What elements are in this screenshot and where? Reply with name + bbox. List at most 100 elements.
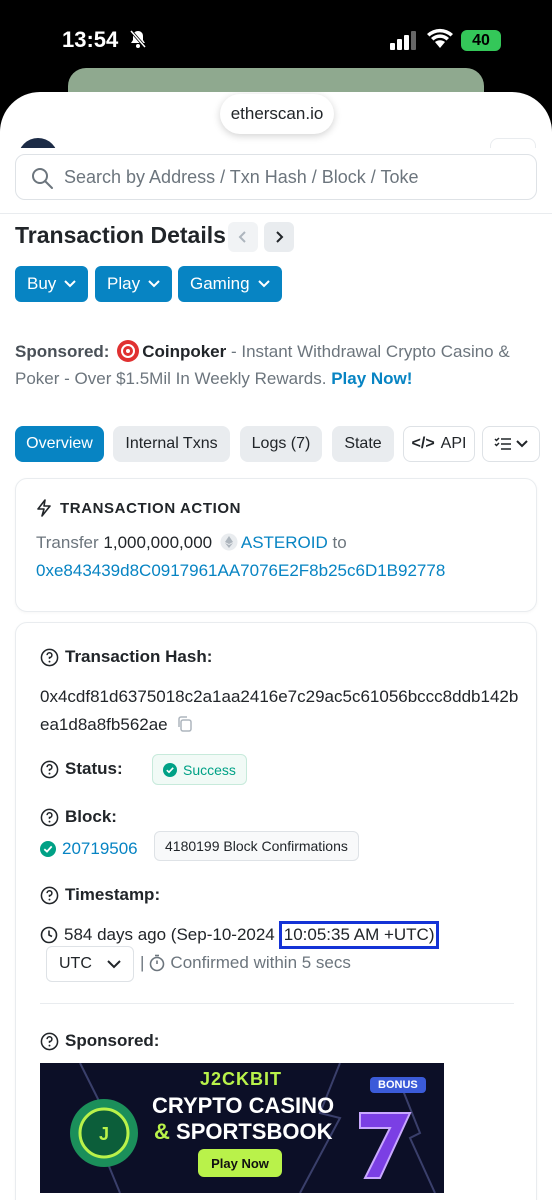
sponsor-name[interactable]: Coinpoker <box>142 342 226 361</box>
gaming-label: Gaming <box>190 274 250 293</box>
chevron-down-icon <box>257 280 270 288</box>
separator: | <box>140 953 145 972</box>
tab-logs[interactable]: Logs (7) <box>240 426 322 462</box>
copy-icon[interactable] <box>176 715 194 733</box>
check-circle-icon <box>163 762 177 777</box>
stopwatch-icon <box>150 954 165 972</box>
code-icon: </> <box>411 435 435 452</box>
banner-ampersand: & <box>154 1119 170 1144</box>
sponsored-text-ad: Sponsored: Coinpoker - Instant Withdrawa… <box>15 338 540 392</box>
transfer-verb: Transfer <box>36 533 99 552</box>
slot-seven-icon <box>359 1112 412 1179</box>
check-circle-icon <box>40 841 56 857</box>
question-circle-icon[interactable] <box>40 648 59 667</box>
transaction-hash-value: 0x4cdf81d6375018c2a1aa2416e7c29ac5c61056… <box>40 683 520 739</box>
casino-chip-icon: J <box>70 1099 138 1167</box>
question-circle-icon[interactable] <box>40 1032 59 1051</box>
token-link[interactable]: ASTEROID <box>241 533 328 552</box>
transfer-line: Transfer 1,000,000,000 ASTEROID to <box>36 533 347 553</box>
api-label: API <box>440 435 467 452</box>
search-icon <box>32 168 53 189</box>
bell-muted-icon <box>129 30 147 48</box>
timezone-select[interactable]: UTC <box>46 946 134 982</box>
clock-icon <box>40 926 58 944</box>
transfer-amount: 1,000,000,000 <box>103 533 213 552</box>
sponsored-label: Sponsored: <box>40 1031 159 1051</box>
tab-internal-txns[interactable]: Internal Txns <box>113 426 230 462</box>
buy-label: Buy <box>27 274 57 293</box>
play-label: Play <box>107 274 141 293</box>
play-dropdown-button[interactable]: Play <box>95 266 173 302</box>
to-word: to <box>332 533 347 552</box>
timestamp-time-highlighted: 10:05:35 AM +UTC) <box>278 921 440 949</box>
status-text: Success <box>183 761 236 778</box>
buy-dropdown-button[interactable]: Buy <box>15 266 89 302</box>
timestamp-row: 584 days ago (Sep-10-2024 10:05:35 AM +UT… <box>40 921 440 949</box>
hash-label-text: Transaction Hash: <box>65 647 213 666</box>
timestamp-label-text: Timestamp: <box>65 885 161 904</box>
block-label: Block: <box>40 807 117 827</box>
confirmation-time: | Confirmed within 5 secs <box>140 953 351 973</box>
chevron-down-icon <box>516 440 528 448</box>
svg-text:J: J <box>99 1124 109 1144</box>
block-row: 20719506 <box>40 839 138 859</box>
status-label-text: Status: <box>65 759 123 778</box>
transaction-action-card: TRANSACTION ACTION Transfer 1,000,000,00… <box>15 478 537 612</box>
more-options-dropdown[interactable] <box>482 426 540 462</box>
api-button[interactable]: </> API <box>403 426 475 462</box>
search-box <box>15 154 537 200</box>
timestamp-prefix: 584 days ago (Sep-10-2024 <box>64 925 275 944</box>
coinpoker-logo-icon <box>117 340 140 362</box>
browser-sheet: etherscan.io Transaction Details Buy Pla… <box>0 92 552 1200</box>
cellular-signal-icon <box>390 31 416 50</box>
recipient-address-link[interactable]: 0xe843439d8C0917961AA7076E2F8b25c6D1B927… <box>36 561 445 581</box>
transaction-action-title: TRANSACTION ACTION <box>60 499 242 517</box>
banner-headline-1: CRYPTO CASINO <box>152 1093 335 1118</box>
previous-transaction-button[interactable] <box>228 222 258 252</box>
ad-banner[interactable]: J J2CKBIT CRYPTO CASINO & SPORTSBOOK Pla… <box>40 1063 444 1193</box>
transaction-overview-card: Transaction Hash: 0x4cdf81d6375018c2a1aa… <box>15 622 537 1200</box>
search-bar-container <box>0 148 552 214</box>
banner-play-now-button[interactable]: Play Now <box>198 1149 282 1177</box>
chevron-down-icon <box>107 959 121 968</box>
chevron-right-icon <box>276 231 284 243</box>
banner-sportsbook: SPORTSBOOK <box>176 1119 333 1144</box>
next-transaction-button[interactable] <box>264 222 294 252</box>
transaction-hash-label: Transaction Hash: <box>40 647 212 667</box>
timestamp-label: Timestamp: <box>40 885 160 905</box>
sponsored-prefix: Sponsored: <box>15 342 110 361</box>
transaction-action-heading: TRANSACTION ACTION <box>36 499 241 517</box>
timezone-value: UTC <box>59 955 92 972</box>
url-bar[interactable]: etherscan.io <box>220 94 334 134</box>
battery-indicator: 40 <box>461 30 501 51</box>
confirmed-within-text: Confirmed within 5 secs <box>170 953 351 972</box>
play-now-link[interactable]: Play Now! <box>331 369 412 388</box>
search-input[interactable] <box>64 155 524 199</box>
tab-overview[interactable]: Overview <box>15 426 104 462</box>
status-time: 13:54 <box>62 27 119 52</box>
chevron-down-icon <box>64 280 77 288</box>
confirmations-badge: 4180199 Block Confirmations <box>154 831 359 861</box>
question-circle-icon[interactable] <box>40 808 59 827</box>
sponsored-label-text: Sponsored: <box>65 1031 160 1050</box>
list-check-icon <box>494 437 511 450</box>
chevron-down-icon <box>148 280 160 288</box>
hash-text: 0x4cdf81d6375018c2a1aa2416e7c29ac5c61056… <box>40 687 519 734</box>
page-title: Transaction Details <box>15 222 226 248</box>
status-badge: Success <box>152 754 247 785</box>
wifi-icon <box>427 28 453 48</box>
tab-state[interactable]: State <box>332 426 394 462</box>
gaming-dropdown-button[interactable]: Gaming <box>178 266 282 302</box>
jackbit-logo: J2CKBIT <box>200 1069 283 1089</box>
ethereum-token-icon <box>220 533 238 551</box>
lightning-icon <box>37 499 51 517</box>
block-number-link[interactable]: 20719506 <box>62 839 138 859</box>
status-label: Status: <box>40 759 123 779</box>
section-divider <box>40 1003 514 1004</box>
chevron-left-icon <box>238 231 246 243</box>
bonus-badge: BONUS <box>370 1077 426 1093</box>
block-label-text: Block: <box>65 807 117 826</box>
question-circle-icon[interactable] <box>40 886 59 905</box>
banner-headline-2: & SPORTSBOOK <box>154 1119 332 1145</box>
question-circle-icon[interactable] <box>40 760 59 779</box>
